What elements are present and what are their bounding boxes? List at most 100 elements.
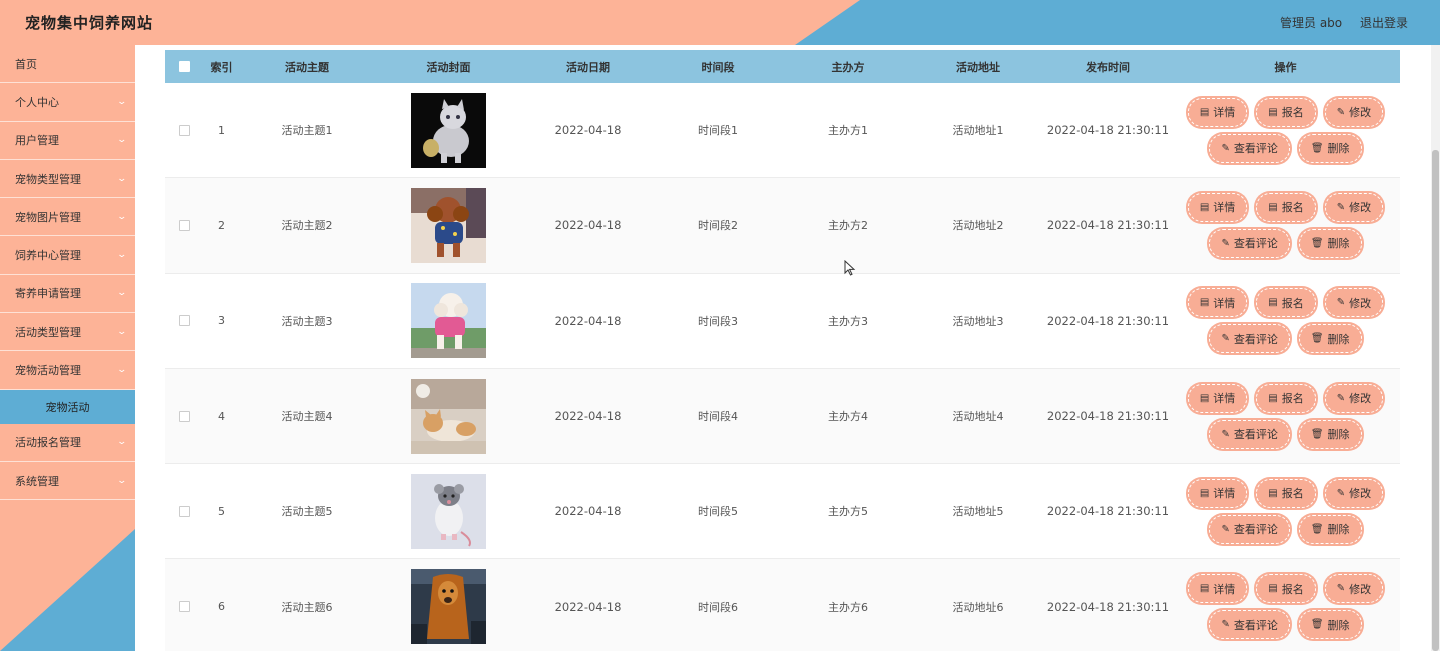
detail-button[interactable]: ▤ 详情 (1187, 192, 1248, 222)
view-comments-button[interactable]: ✎ 查看评论 (1209, 133, 1290, 163)
row-ops-cell: ▤ 详情 ▤ 报名 ✎ 修改 ✎ 查看评论 🗑 删除 (1173, 97, 1398, 163)
edit-button[interactable]: ✎ 修改 (1324, 478, 1384, 508)
row-address: 活动地址1 (952, 124, 1004, 138)
logout-link[interactable]: 退出登录 (1360, 14, 1408, 31)
chevron-down-icon: ⌄ (116, 211, 128, 222)
row-date: 2022-04-18 (554, 599, 622, 614)
delete-button[interactable]: 🗑 删除 (1298, 514, 1362, 544)
row-theme: 活动主题2 (281, 219, 333, 233)
row-ops-cell: ▤ 详情 ▤ 报名 ✎ 修改 ✎ 查看评论 🗑 删除 (1173, 574, 1398, 640)
signup-button[interactable]: ▤ 报名 (1256, 97, 1316, 127)
row-checkbox[interactable] (178, 410, 190, 422)
detail-button[interactable]: ▤ 详情 (1187, 478, 1248, 508)
row-checkbox[interactable] (178, 219, 190, 231)
table-row: 3 活动主题3 2022-04-18 时间段3 主办方3 活动地址3 2022-04-18 … (165, 274, 1400, 369)
detail-button[interactable]: ▤ 详情 (1187, 383, 1248, 413)
delete-button[interactable]: 🗑 删除 (1298, 133, 1362, 163)
edit-button[interactable]: ✎ 修改 (1324, 192, 1384, 222)
view-comments-button[interactable]: ✎ 查看评论 (1209, 324, 1290, 354)
white-kitten-photo[interactable] (411, 92, 486, 168)
edit-icon: ✎ (1221, 523, 1230, 535)
row-checkbox[interactable] (178, 601, 190, 613)
sidebar-item[interactable]: 个人中心 ⌄ (0, 83, 135, 122)
signup-button-label: 报名 (1281, 296, 1304, 310)
edit-icon: ✎ (1221, 237, 1230, 249)
sidebar-item[interactable]: 宠物活动管理 ⌄ (0, 351, 135, 390)
row-index: 4 (218, 409, 225, 423)
signup-button[interactable]: ▤ 报名 (1256, 574, 1316, 604)
signup-button[interactable]: ▤ 报名 (1256, 478, 1316, 508)
view-comments-button[interactable]: ✎ 查看评论 (1209, 514, 1290, 544)
chevron-down-icon: ⌄ (116, 173, 128, 184)
row-ops-cell: ▤ 详情 ▤ 报名 ✎ 修改 ✎ 查看评论 🗑 删除 (1173, 288, 1398, 354)
detail-button[interactable]: ▤ 详情 (1187, 574, 1248, 604)
row-checkbox[interactable] (178, 505, 190, 517)
row-slot: 时间段4 (698, 410, 738, 424)
row-checkbox[interactable] (178, 124, 190, 136)
trash-icon: 🗑 (1310, 619, 1324, 631)
sidebar-item[interactable]: 寄养申请管理 ⌄ (0, 275, 135, 314)
select-all-checkbox[interactable] (178, 61, 190, 72)
row-address: 活动地址4 (952, 410, 1004, 424)
delete-button-label: 删除 (1327, 523, 1350, 537)
row-actions: ▤ 详情 ▤ 报名 ✎ 修改 ✎ 查看评论 🗑 删除 (1187, 288, 1384, 354)
signup-button[interactable]: ▤ 报名 (1256, 383, 1316, 413)
actions-line-2: ✎ 查看评论 🗑 删除 (1209, 228, 1362, 258)
white-poodle-pink-coat-photo[interactable] (411, 283, 486, 359)
row-index: 2 (218, 218, 225, 232)
orange-long-hair-dog-photo[interactable] (411, 569, 486, 645)
view-comments-button-label: 查看评论 (1233, 618, 1278, 632)
site-title: 宠物集中饲养网站 (25, 14, 154, 32)
actions-line-2: ✎ 查看评论 🗑 删除 (1209, 133, 1362, 163)
header-index: 索引 (210, 60, 233, 74)
table-header: 索引 活动主题 活动封面 活动日期 时间段 主办方 活动地址 发布时间 操作 (165, 50, 1400, 83)
edit-button[interactable]: ✎ 修改 (1324, 97, 1384, 127)
view-comments-button[interactable]: ✎ 查看评论 (1209, 419, 1290, 449)
row-index: 6 (218, 600, 225, 614)
edit-button[interactable]: ✎ 修改 (1324, 574, 1384, 604)
sidebar-subitem[interactable]: 宠物活动 (0, 389, 135, 424)
sidebar-item[interactable]: 宠物图片管理 ⌄ (0, 198, 135, 237)
row-ops-cell: ▤ 详情 ▤ 报名 ✎ 修改 ✎ 查看评论 🗑 删除 (1173, 192, 1398, 258)
lying-cat-photo[interactable] (411, 378, 486, 454)
sidebar-item[interactable]: 系统管理 ⌄ (0, 462, 135, 501)
view-comments-button[interactable]: ✎ 查看评论 (1209, 228, 1290, 258)
edit-button[interactable]: ✎ 修改 (1324, 383, 1384, 413)
sidebar-item[interactable]: 活动报名管理 ⌄ (0, 424, 135, 462)
sidebar-item[interactable]: 宠物类型管理 ⌄ (0, 160, 135, 199)
admin-username: 管理员 abo (1280, 16, 1343, 30)
delete-button[interactable]: 🗑 删除 (1298, 228, 1362, 258)
edit-icon: ✎ (1221, 428, 1230, 440)
view-comments-button[interactable]: ✎ 查看评论 (1209, 610, 1290, 640)
scrollbar-thumb[interactable] (1432, 150, 1439, 651)
edit-icon: ✎ (1336, 583, 1346, 595)
actions-line-2: ✎ 查看评论 🗑 删除 (1209, 514, 1362, 544)
delete-button-label: 删除 (1327, 618, 1350, 632)
signup-button-label: 报名 (1281, 106, 1304, 120)
sidebar-item[interactable]: 饲养中心管理 ⌄ (0, 236, 135, 275)
detail-button-label: 详情 (1213, 392, 1236, 406)
row-checkbox[interactable] (178, 315, 190, 327)
sidebar-item[interactable]: 活动类型管理 ⌄ (0, 313, 135, 352)
row-slot: 时间段6 (698, 600, 738, 614)
delete-button[interactable]: 🗑 删除 (1298, 419, 1362, 449)
brown-poodle-photo[interactable] (411, 187, 486, 263)
edit-button-label: 修改 (1349, 392, 1372, 406)
signup-button[interactable]: ▤ 报名 (1256, 192, 1316, 222)
actions-line-1: ▤ 详情 ▤ 报名 ✎ 修改 (1187, 97, 1384, 127)
document-icon: ▤ (1268, 583, 1278, 595)
detail-button[interactable]: ▤ 详情 (1187, 288, 1248, 318)
sidebar-item[interactable]: 首页 (0, 45, 135, 84)
actions-line-2: ✎ 查看评论 🗑 删除 (1209, 324, 1362, 354)
edit-button[interactable]: ✎ 修改 (1324, 288, 1384, 318)
view-comments-button-label: 查看评论 (1233, 237, 1278, 251)
sidebar-item[interactable]: 用户管理 ⌄ (0, 122, 135, 160)
delete-button[interactable]: 🗑 删除 (1298, 324, 1362, 354)
signup-button[interactable]: ▤ 报名 (1256, 288, 1316, 318)
view-comments-button-label: 查看评论 (1233, 332, 1278, 346)
vertical-scrollbar[interactable] (1431, 45, 1440, 651)
delete-button[interactable]: 🗑 删除 (1298, 610, 1362, 640)
actions-line-1: ▤ 详情 ▤ 报名 ✎ 修改 (1187, 288, 1384, 318)
grey-rat-photo[interactable] (411, 473, 486, 549)
detail-button[interactable]: ▤ 详情 (1187, 97, 1248, 127)
